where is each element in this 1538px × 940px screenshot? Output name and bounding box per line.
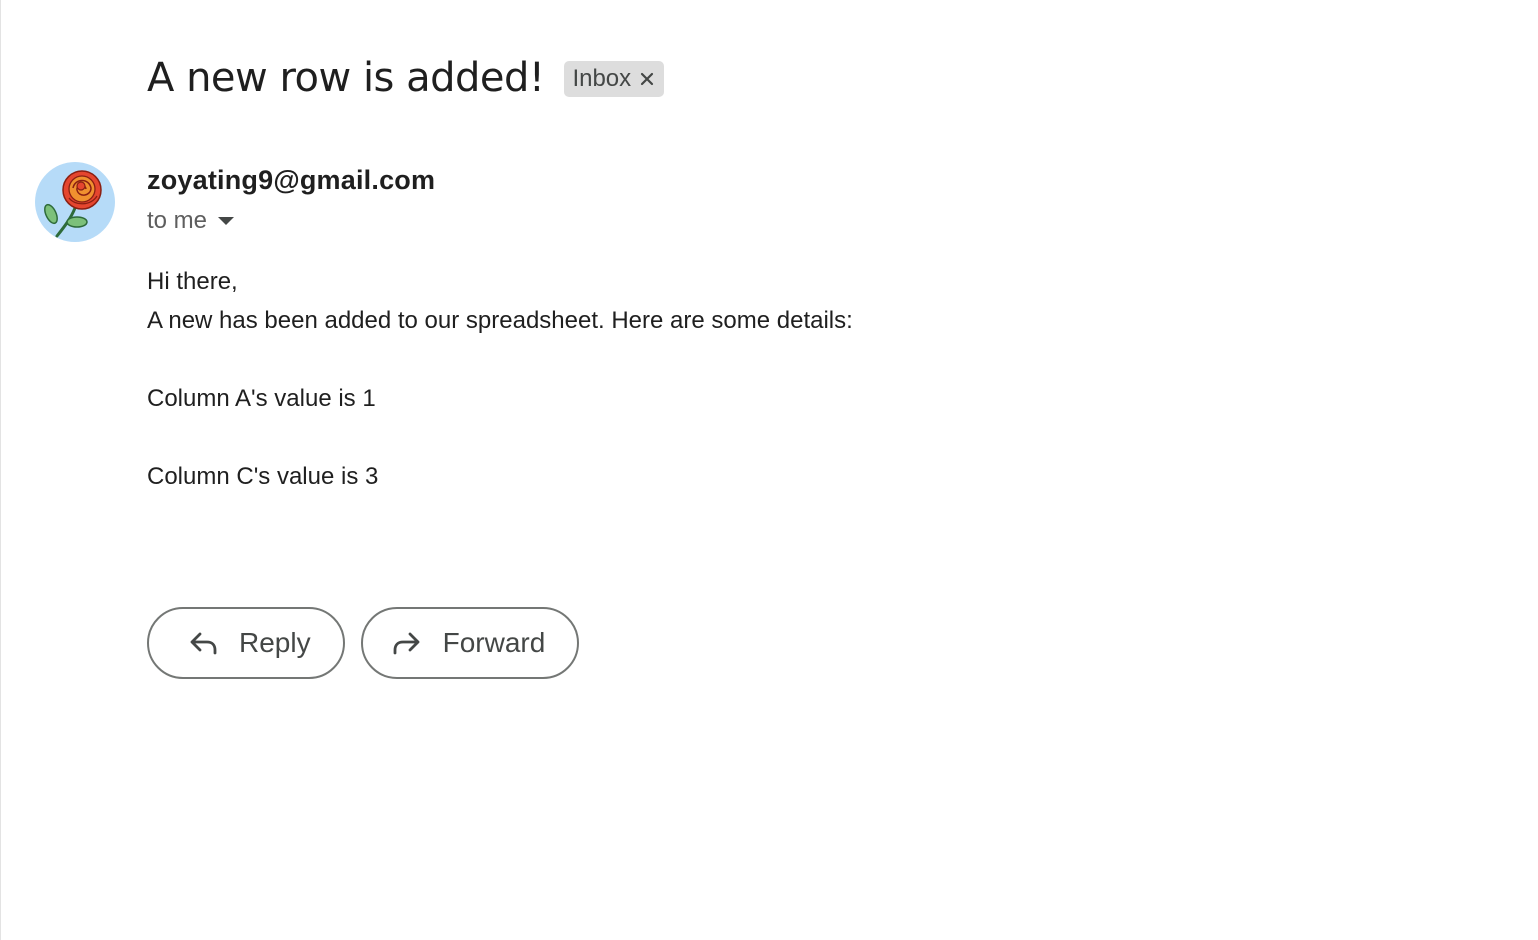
- body-greeting: Hi there,: [147, 268, 238, 295]
- forward-icon: [393, 632, 419, 655]
- sender-avatar[interactable]: [35, 162, 115, 242]
- body-intro: A new has been added to our spreadsheet.…: [147, 307, 853, 334]
- label-chip-text: Inbox: [572, 65, 632, 92]
- label-chip-inbox[interactable]: Inbox: [564, 61, 665, 97]
- reply-button[interactable]: Reply: [147, 607, 345, 679]
- reply-icon: [190, 632, 217, 655]
- email-body: Hi there, A new has been added to our sp…: [147, 262, 853, 496]
- caret-down-icon[interactable]: [217, 216, 235, 226]
- body-line-a: Column A's value is 1: [147, 385, 376, 412]
- forward-label: Forward: [442, 627, 546, 658]
- reply-label: Reply: [239, 627, 311, 658]
- recipients-text: to me: [147, 207, 208, 234]
- email-view: A new row is added! Inbox zoyating9@gmai…: [0, 0, 1538, 940]
- body-line-c: Column C's value is 3: [147, 463, 379, 490]
- forward-button[interactable]: Forward: [360, 607, 580, 679]
- sender-email[interactable]: zoyating9@gmail.com: [147, 165, 435, 196]
- email-actions: Reply Forward: [147, 607, 580, 679]
- rose-icon: [44, 170, 102, 238]
- close-icon[interactable]: [640, 72, 654, 86]
- recipients-row[interactable]: to me: [147, 207, 235, 235]
- email-subject: A new row is added!: [147, 55, 545, 101]
- subject-row: A new row is added! Inbox: [147, 52, 665, 104]
